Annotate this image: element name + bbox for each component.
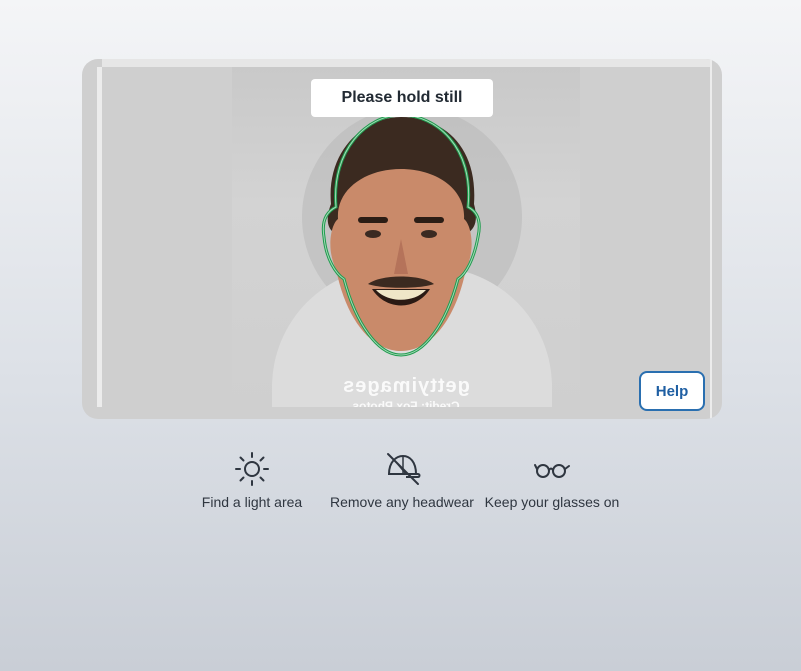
- status-message: Please hold still: [311, 79, 493, 117]
- capture-tips: Find a light area Remove any headwear Ke…: [0, 450, 801, 520]
- left-eye: [365, 230, 381, 238]
- glasses-icon: [534, 464, 570, 478]
- preview-right-strip: [710, 59, 712, 419]
- left-eyebrow: [358, 217, 388, 223]
- tip-label: Keep your glasses on: [484, 494, 620, 510]
- tip-remove-headwear: Remove any headwear: [322, 450, 482, 510]
- tip-keep-glasses: Keep your glasses on: [472, 450, 632, 510]
- tip-label: Find a light area: [201, 494, 303, 510]
- face-outline-guide: [321, 113, 481, 357]
- preview-scrollbar: [97, 67, 102, 407]
- tip-label: Remove any headwear: [330, 494, 474, 510]
- right-eye: [421, 230, 437, 238]
- help-button[interactable]: Help: [639, 371, 705, 411]
- camera-preview: gettyimages Credit: Fox Photos Please ho…: [82, 59, 722, 419]
- no-hat-icon: [387, 453, 421, 485]
- watermark-brand: gettyimages: [342, 375, 470, 397]
- sun-icon: [235, 452, 269, 486]
- watermark-credit: Credit: Fox Photos: [352, 399, 460, 407]
- tip-light-area: Find a light area: [172, 450, 332, 510]
- right-eyebrow: [414, 217, 444, 223]
- preview-top-strip: [102, 59, 712, 67]
